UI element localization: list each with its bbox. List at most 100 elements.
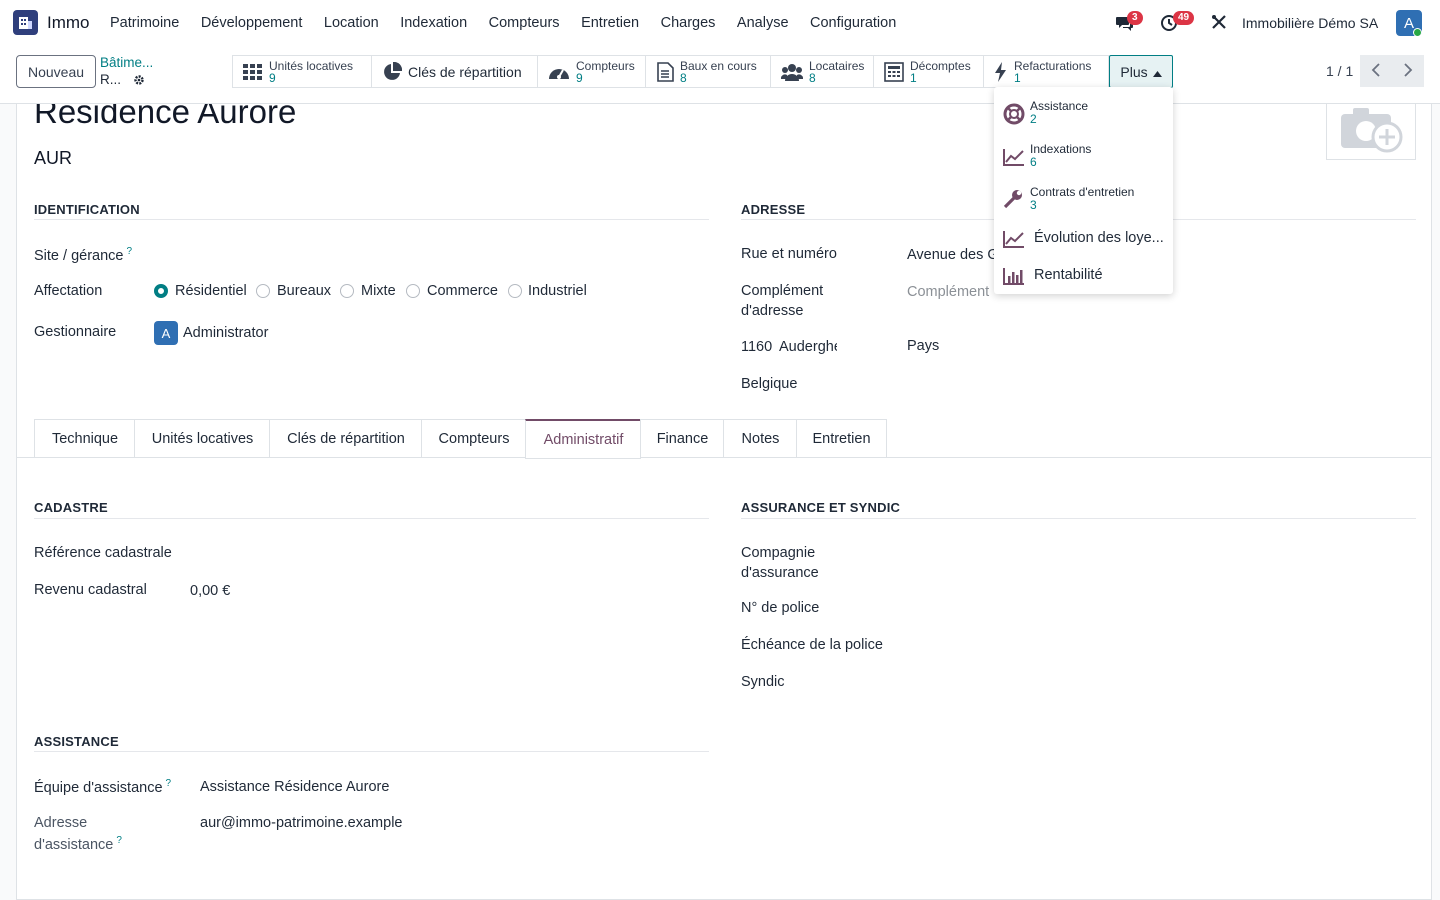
radio-mixte[interactable] (340, 284, 354, 298)
adresse-assistance-value[interactable]: aur@immo-patrimoine.example (200, 815, 402, 831)
radio-commerce-label[interactable]: Commerce (427, 283, 498, 299)
radio-bureaux-label[interactable]: Bureaux (277, 283, 331, 299)
gestionnaire-value[interactable]: Administrator (183, 325, 268, 341)
chevron-left-icon (1371, 62, 1381, 80)
section-divider (741, 518, 1416, 519)
image-upload[interactable] (1326, 104, 1416, 160)
menu-item-compteurs[interactable]: Compteurs (489, 15, 560, 31)
street-label: Rue et numéro (741, 246, 837, 262)
help-icon[interactable]: ? (116, 835, 122, 846)
pager-next-button[interactable] (1392, 55, 1424, 87)
breadcrumb[interactable]: Bâtime... (100, 55, 153, 70)
notebook-tabs: Technique Unités locatives Clés de répar… (17, 419, 1431, 459)
smart-button-unites[interactable]: Unités locatives 9 (232, 55, 371, 88)
menu-item-indexation[interactable]: Indexation (400, 15, 467, 31)
street-value[interactable]: Avenue des G (907, 247, 999, 263)
dropdown-item-count: 3 (1030, 198, 1037, 212)
line-chart-icon (1003, 230, 1025, 251)
section-identification-title: IDENTIFICATION (34, 202, 140, 217)
caret-up-icon (1152, 64, 1162, 80)
record-code[interactable]: AUR (34, 148, 72, 169)
equipe-assistance-label: Équipe d'assistance? (34, 778, 172, 796)
radio-industriel-label[interactable]: Industriel (528, 283, 587, 299)
tab-entretien[interactable]: Entretien (796, 419, 887, 458)
gear-icon[interactable] (133, 73, 145, 89)
form-sheet: Résidence Aurore AUR IDENTIFICATION Site… (16, 104, 1432, 900)
smart-button-baux[interactable]: Baux en cours 8 (645, 55, 770, 88)
main-menu: Patrimoine Développement Location Indexa… (110, 15, 918, 31)
dropdown-item-label: Contrats d'entretien (1030, 185, 1135, 199)
tab-unites-locatives[interactable]: Unités locatives (134, 419, 270, 458)
radio-bureaux[interactable] (256, 284, 270, 298)
tab-finance[interactable]: Finance (640, 419, 724, 458)
radio-mixte-label[interactable]: Mixte (361, 283, 396, 299)
smart-label: Décomptes (910, 58, 971, 73)
dropdown-item-evolution-loyers[interactable]: Évolution des loye... (994, 228, 1173, 250)
menu-item-entretien[interactable]: Entretien (581, 15, 639, 31)
radio-residentiel[interactable] (154, 284, 168, 298)
country-value[interactable]: Belgique (741, 376, 797, 392)
smart-label: Clés de répartition (408, 63, 522, 80)
complement-input[interactable]: Complément (907, 284, 989, 300)
app-building-icon[interactable] (13, 10, 38, 35)
activities-badge: 49 (1173, 11, 1195, 25)
dropdown-item-assistance[interactable]: Assistance 2 (994, 99, 1173, 129)
more-dropdown-menu: Assistance 2 Indexations 6 Contrats d'en… (994, 87, 1173, 294)
smart-button-cles[interactable]: Clés de répartition (371, 55, 537, 88)
tab-administratif[interactable]: Administratif (525, 419, 641, 459)
top-navbar: Immo Patrimoine Développement Location I… (0, 0, 1440, 46)
pager-previous-button[interactable] (1360, 55, 1392, 87)
city-input[interactable]: Auderghe (779, 339, 837, 355)
smart-label: Compteurs (576, 58, 635, 73)
complement-label: Complément d'adresse (741, 283, 824, 319)
equipe-assistance-value[interactable]: Assistance Résidence Aurore (200, 779, 389, 795)
dropdown-item-contrats[interactable]: Contrats d'entretien 3 (994, 185, 1173, 215)
tools-icon[interactable] (1211, 14, 1227, 33)
smart-label: Refacturations (1014, 58, 1092, 73)
menu-item-charges[interactable]: Charges (661, 15, 716, 31)
menu-item-developpement[interactable]: Développement (201, 15, 303, 31)
smart-button-decomptes[interactable]: Décomptes 1 (873, 55, 983, 88)
more-button[interactable]: Plus (1109, 55, 1173, 88)
revenu-cadastral-value[interactable]: 0,00 € (190, 583, 230, 599)
smart-count: 9 (576, 70, 583, 85)
dropdown-item-label: Indexations (1030, 142, 1092, 156)
chevron-right-icon (1403, 62, 1413, 80)
calculator-icon (884, 61, 904, 82)
tab-cles-repartition[interactable]: Clés de répartition (269, 419, 422, 458)
company-switcher[interactable]: Immobilière Démo SA (1242, 15, 1378, 31)
help-icon[interactable]: ? (126, 246, 132, 257)
app-name[interactable]: Immo (47, 13, 90, 33)
pager-value[interactable]: 1 / 1 (1326, 63, 1353, 79)
new-button[interactable]: Nouveau (16, 55, 96, 88)
radio-residentiel-label[interactable]: Résidentiel (175, 283, 247, 299)
gestionnaire-avatar: A (154, 321, 178, 345)
help-icon[interactable]: ? (166, 778, 172, 789)
tab-technique[interactable]: Technique (34, 419, 135, 458)
menu-item-configuration[interactable]: Configuration (810, 15, 896, 31)
gauge-icon (548, 64, 570, 80)
radio-commerce[interactable] (406, 284, 420, 298)
smart-button-refacturations[interactable]: Refacturations 1 (983, 55, 1109, 88)
tab-compteurs[interactable]: Compteurs (421, 419, 526, 458)
radio-industriel[interactable] (508, 284, 522, 298)
country-label: Pays (907, 338, 940, 354)
section-divider (34, 219, 709, 220)
control-panel: Nouveau Bâtime... R... Unités locatives 9… (0, 46, 1440, 104)
dropdown-item-indexations[interactable]: Indexations 6 (994, 142, 1173, 172)
dropdown-item-rentabilite[interactable]: Rentabilité (994, 265, 1173, 287)
syndic-label: Syndic (741, 674, 785, 690)
tab-notes[interactable]: Notes (723, 419, 797, 458)
ref-cadastrale-label: Référence cadastrale (34, 545, 172, 561)
zip-input[interactable]: 1160 (741, 339, 772, 355)
smart-button-locataires[interactable]: Locataires 8 (770, 55, 873, 88)
smart-count: 8 (809, 70, 816, 85)
record-title[interactable]: Résidence Aurore (34, 104, 296, 131)
line-chart-icon (1003, 148, 1025, 169)
smart-button-compteurs[interactable]: Compteurs 9 (537, 55, 645, 88)
menu-item-patrimoine[interactable]: Patrimoine (110, 15, 179, 31)
section-assurance-title: ASSURANCE ET SYNDIC (741, 500, 901, 515)
menu-item-analyse[interactable]: Analyse (737, 15, 789, 31)
menu-item-location[interactable]: Location (324, 15, 379, 31)
section-cadastre-title: CADASTRE (34, 500, 108, 515)
